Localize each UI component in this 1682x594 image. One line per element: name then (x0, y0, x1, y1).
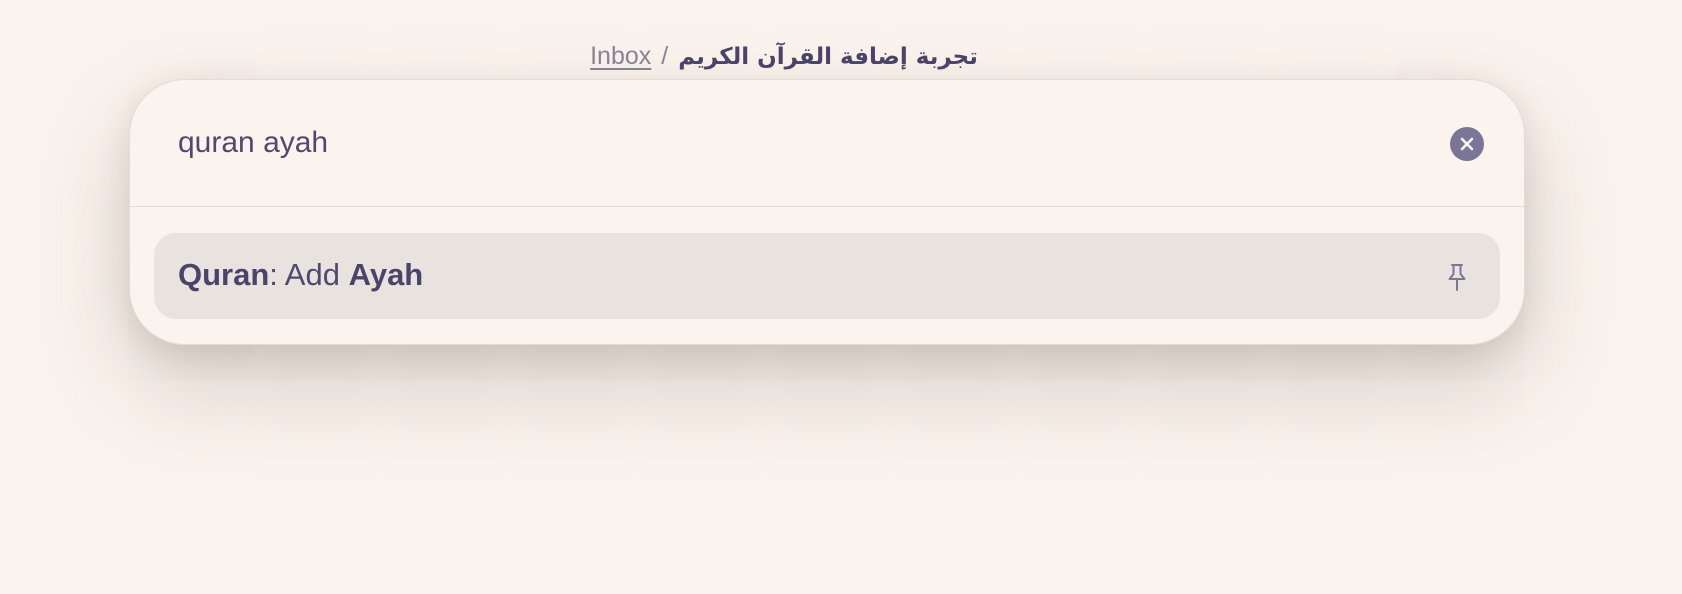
breadcrumb: Inbox / تجربة إضافة القرآن الكريم (0, 42, 1568, 71)
breadcrumb-separator: / (661, 42, 669, 70)
pin-button[interactable] (1440, 259, 1474, 295)
result-match-ayah: Ayah (348, 257, 424, 292)
result-item-quran-add-ayah[interactable]: Quran: Add Ayah (154, 233, 1500, 319)
command-palette: Quran: Add Ayah (129, 79, 1525, 345)
result-label: Quran: Add Ayah (178, 257, 423, 293)
clear-search-button[interactable] (1450, 127, 1484, 161)
result-label-middle: : Add (269, 257, 349, 292)
breadcrumb-current-page: تجربة إضافة القرآن الكريم (678, 44, 978, 70)
page: Inbox / تجربة إضافة القرآن الكريم Quran: A… (0, 0, 1682, 594)
result-match-quran: Quran (178, 257, 270, 292)
breadcrumb-link-inbox[interactable]: Inbox (590, 42, 651, 70)
pin-icon (1444, 262, 1470, 292)
search-row (130, 80, 1524, 207)
search-input[interactable] (178, 120, 1378, 166)
close-circle-icon (1459, 136, 1475, 152)
